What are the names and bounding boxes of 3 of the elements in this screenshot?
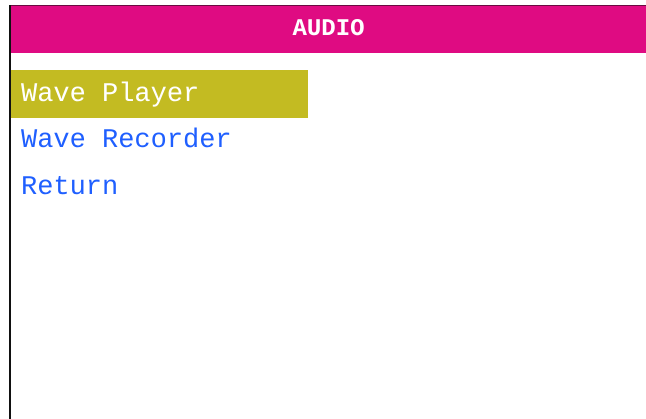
menu-item[interactable]: Wave Recorder: [11, 118, 232, 165]
menu-item[interactable]: Return: [11, 165, 118, 212]
header-title: AUDIO: [292, 16, 364, 43]
